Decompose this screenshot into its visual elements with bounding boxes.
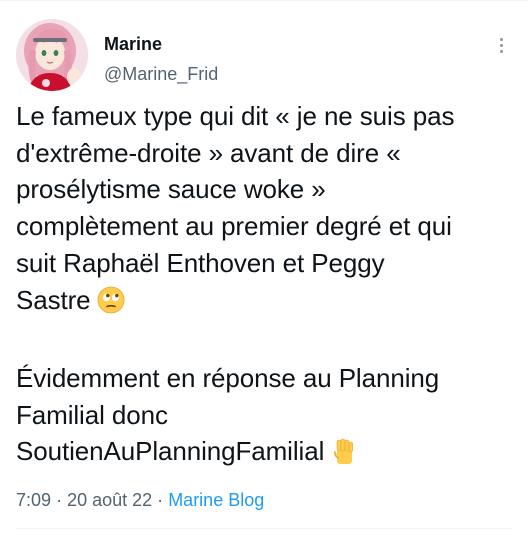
tweet-line: Sastre	[16, 284, 91, 315]
tweet-text: Le fameux type qui dit « je ne suis pas …	[16, 98, 516, 475]
anime-avatar-icon	[16, 19, 88, 91]
display-name[interactable]: Marine	[104, 33, 162, 55]
tweet-line-with-emoji: Sastre	[16, 282, 516, 324]
tweet-line: complètement au premier degré et qui	[16, 211, 452, 242]
handle[interactable]: @Marine_Frid	[104, 63, 218, 85]
tweet-line: suit Raphaël Enthoven et Peggy	[16, 247, 385, 278]
tweet-line: prosélytisme sauce woke »	[16, 174, 326, 205]
tweet-line: d'extrême-droite » avant de dire «	[16, 137, 401, 168]
avatar[interactable]	[16, 19, 88, 91]
tweet-date[interactable]: 20 août 22	[67, 490, 152, 510]
dot	[499, 49, 503, 53]
more-options-icon[interactable]	[490, 30, 512, 60]
tweet-source-link[interactable]: Marine Blog	[168, 490, 264, 510]
meta-separator: ·	[157, 490, 164, 510]
divider	[16, 528, 512, 529]
dot	[499, 43, 503, 47]
tweet-card[interactable]: Marine @Marine_Frid Le fameux type qui d…	[0, 0, 528, 540]
meta-separator: ·	[56, 490, 63, 510]
tweet-line: SoutienAuPlanningFamilial	[16, 436, 325, 467]
dot	[499, 37, 503, 41]
tweet-metadata: 7:09 · 20 août 22 · Marine Blog	[16, 488, 264, 512]
face-with-rolling-eyes-icon	[97, 286, 125, 324]
tweet-line: Évidemment en réponse au Planning	[16, 362, 440, 393]
divider	[0, 0, 528, 1]
tweet-line: Le fameux type qui dit « je ne suis pas	[16, 101, 455, 131]
tweet-line: Familial donc	[16, 399, 168, 430]
raised-fist-icon	[330, 437, 358, 475]
tweet-line-with-emoji: SoutienAuPlanningFamilial	[16, 433, 516, 475]
tweet-time[interactable]: 7:09	[16, 490, 51, 510]
